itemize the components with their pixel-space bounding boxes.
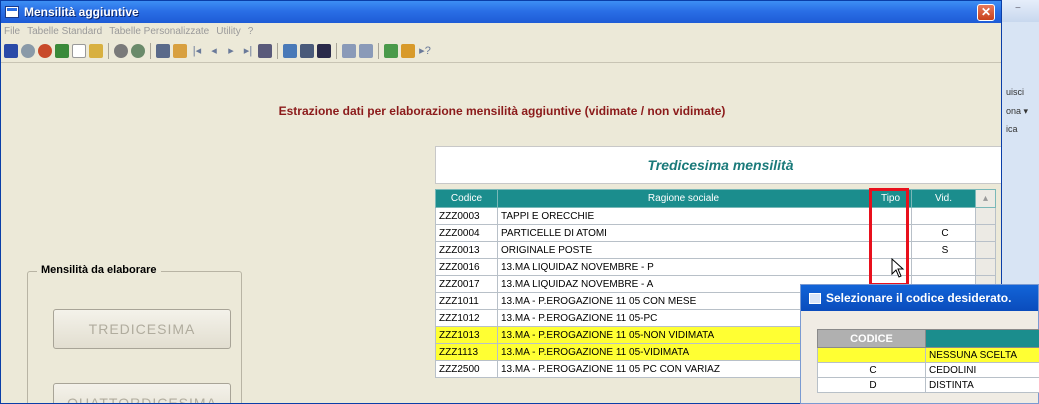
cell-vid[interactable]: C [911,224,976,242]
cell-codice[interactable]: ZZZ2500 [435,360,498,378]
dialog-titlebar[interactable]: Selezionare il codice desiderato. [801,285,1038,311]
cell-ragione-sociale[interactable]: TAPPI E ORECCHIE [497,207,870,225]
window-title: Mensilità aggiuntive [24,5,139,19]
cell-codice[interactable]: ZZZ1113 [435,343,498,361]
toolbar-separator [150,42,151,59]
background-label: ica [1006,124,1018,134]
column-header-description[interactable] [925,329,1039,348]
table-icon[interactable] [55,43,69,58]
column-header-vid[interactable]: Vid. [911,189,976,208]
cell-description[interactable]: DISTINTA [925,377,1039,393]
save-icon[interactable] [4,43,18,58]
background-minimize-button[interactable]: − [1015,3,1021,14]
grid-scrollbar-track[interactable] [975,258,996,276]
app-icon [5,6,19,18]
mouse-cursor-icon [891,258,905,278]
cell-vid[interactable]: S [911,241,976,259]
cell-code[interactable] [817,347,926,363]
list-item[interactable]: NESSUNA SCELTA [817,347,1039,363]
window-titlebar[interactable]: Mensilità aggiuntive ✕ [1,1,1001,23]
cell-codice[interactable]: ZZZ1011 [435,292,498,310]
cell-codice[interactable]: ZZZ0016 [435,258,498,276]
column-header-ragione-sociale[interactable]: Ragione sociale [497,189,870,208]
background-label: uisci [1006,87,1025,97]
background-label[interactable]: ona ▾ [1006,106,1028,117]
cell-description[interactable]: CEDOLINI [925,362,1039,378]
paste-icon[interactable] [359,43,373,58]
page-heading: Estrazione dati per elaborazione mensili… [278,104,726,118]
menu-utility[interactable]: Utility [216,26,240,37]
cell-description[interactable]: NESSUNA SCELTA [925,347,1039,363]
menu-file[interactable]: File [4,26,20,37]
table-row[interactable]: ZZZ0016 13.MA LIQUIDAZ NOVEMBRE - P [435,258,996,276]
cell-codice[interactable]: ZZZ0013 [435,241,498,259]
select-code-dialog: Selezionare il codice desiderato. CODICE… [800,284,1039,404]
months-group-label: Mensilità da elaborare [37,264,161,276]
open-icon[interactable] [173,43,187,58]
print-preview-icon[interactable] [131,43,145,58]
table-row[interactable]: ZZZ0013 ORIGINALE POSTE S [435,241,996,259]
home-icon[interactable] [401,43,415,58]
list-item[interactable]: D DISTINTA [817,377,1039,393]
next-record-icon[interactable]: ▸ [224,44,238,58]
calculator-icon[interactable] [300,43,314,58]
refresh-icon[interactable] [38,43,52,58]
help-icon[interactable]: ▸? [418,44,432,58]
cancel-icon[interactable] [21,43,35,58]
tredicesima-panel-title: Tredicesima mensilità [435,146,1001,184]
menu-help[interactable]: ? [248,26,254,37]
grid-scrollbar-track[interactable] [975,207,996,225]
cell-codice[interactable]: ZZZ1012 [435,309,498,327]
background-window-titlebar: − [1001,0,1039,22]
last-record-icon[interactable]: ▸| [241,44,255,58]
cell-code[interactable]: D [817,377,926,393]
menu-tabelle-standard[interactable]: Tabelle Standard [27,26,102,37]
new-document-icon[interactable] [72,43,86,58]
cell-ragione-sociale[interactable]: PARTICELLE DI ATOMI [497,224,870,242]
toolbar-separator [108,42,109,59]
table-row[interactable]: ZZZ0003 TAPPI E ORECCHIE [435,207,996,225]
toolbar-separator [277,42,278,59]
code-choice-grid: CODICE NESSUNA SCELTA C CEDOLINI D DISTINTA [817,329,1039,393]
scrollbar-up-button[interactable]: ▴ [975,189,996,208]
folder-icon[interactable] [89,43,103,58]
cell-ragione-sociale[interactable]: ORIGINALE POSTE [497,241,870,259]
menu-tabelle-personalizzate[interactable]: Tabelle Personalizzate [109,26,209,37]
cell-codice[interactable]: ZZZ0017 [435,275,498,293]
monitor-icon[interactable] [317,43,331,58]
cell-ragione-sociale[interactable]: 13.MA LIQUIDAZ NOVEMBRE - P [497,258,870,276]
grid-icon[interactable] [258,43,272,58]
close-button[interactable]: ✕ [977,4,995,21]
tredicesima-button[interactable]: TREDICESIMA [53,309,231,349]
dialog-title: Selezionare il codice desiderato. [826,291,1012,305]
chart-icon[interactable] [384,43,398,58]
previous-record-icon[interactable]: ◂ [207,44,221,58]
cell-codice[interactable]: ZZZ1013 [435,326,498,344]
export-icon[interactable] [283,43,297,58]
print-icon[interactable] [114,43,128,58]
quattordicesima-button[interactable]: QUATTORDICESIMA [53,383,231,403]
find-icon[interactable] [156,43,170,58]
cell-codice[interactable]: ZZZ0004 [435,224,498,242]
cell-vid[interactable] [911,207,976,225]
copy-icon[interactable] [342,43,356,58]
dialog-app-icon [809,292,821,304]
column-header-codice[interactable]: Codice [435,189,498,208]
cell-code[interactable]: C [817,362,926,378]
toolbar: |◂ ◂ ▸ ▸| ▸? [1,39,1001,63]
grid-scrollbar-track[interactable] [975,224,996,242]
grid-scrollbar-track[interactable] [975,241,996,259]
column-header-codice[interactable]: CODICE [817,329,926,348]
cell-vid[interactable] [911,258,976,276]
cell-codice[interactable]: ZZZ0003 [435,207,498,225]
list-item[interactable]: C CEDOLINI [817,362,1039,378]
table-row[interactable]: ZZZ0004 PARTICELLE DI ATOMI C [435,224,996,242]
toolbar-separator [336,42,337,59]
first-record-icon[interactable]: |◂ [190,44,204,58]
toolbar-separator [378,42,379,59]
menu-bar: File Tabelle Standard Tabelle Personaliz… [1,23,1001,39]
